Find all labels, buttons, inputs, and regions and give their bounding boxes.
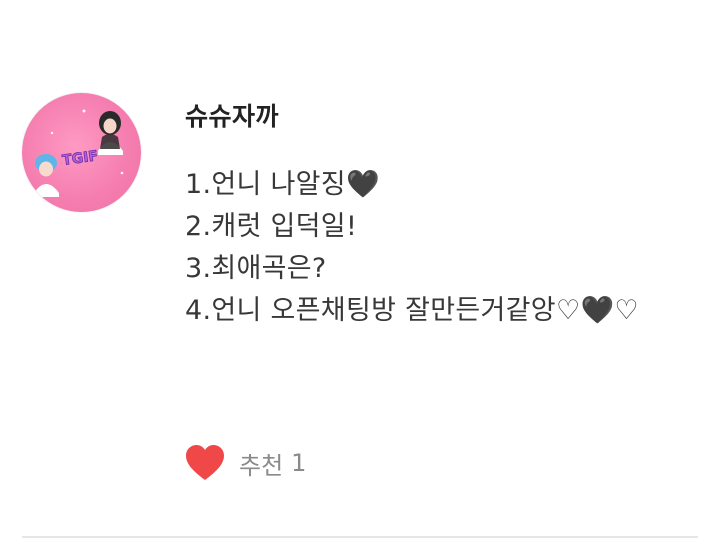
- comment-line: 4.언니 오픈채팅방 잘만든거같앙♡🖤♡: [185, 295, 639, 326]
- like-label: 추천: [239, 451, 284, 480]
- avatar-image: TGIF: [34, 109, 124, 197]
- comment-line: 2.캐럿 입덕일!: [185, 211, 358, 242]
- username[interactable]: 슈슈자까: [185, 97, 279, 133]
- comment-body: 1.언니 나알징🖤 2.캐럿 입덕일! 3.최애곡은? 4.언니 오픈채팅방 잘…: [185, 164, 639, 332]
- comment-line: 1.언니 나알징🖤: [185, 169, 380, 200]
- comment-line: 3.최애곡은?: [185, 253, 327, 284]
- divider: [22, 536, 698, 538]
- avatar[interactable]: TGIF: [22, 93, 141, 212]
- heart-icon[interactable]: [183, 441, 227, 485]
- comment-item: TGIF 슈슈자까 1.언니 나알징🖤 2.캐럿 입덕일! 3.최애곡은? 4.…: [0, 0, 720, 540]
- like-count: 1: [291, 449, 307, 477]
- like-button[interactable]: 추천 1: [183, 440, 306, 486]
- avatar-text: TGIF: [61, 148, 99, 169]
